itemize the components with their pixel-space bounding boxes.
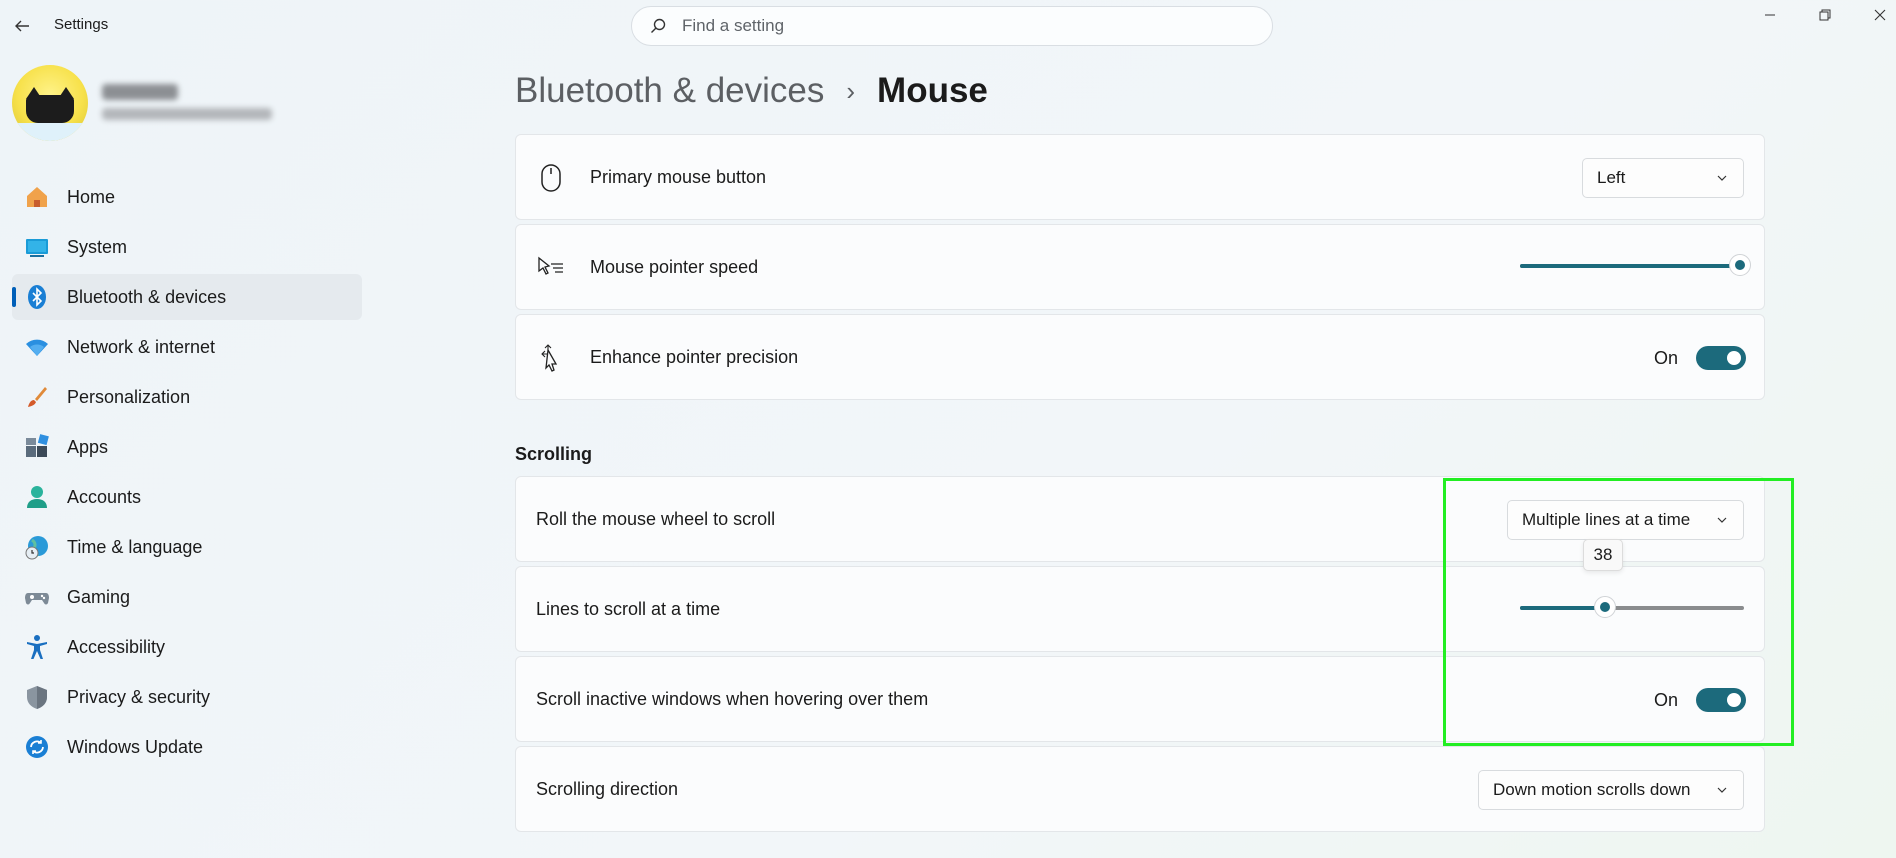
back-button[interactable] [10,14,34,38]
pointer-speed-slider[interactable] [1520,254,1751,276]
sidebar-item-network[interactable]: Network & internet [12,324,362,370]
title-bar: Settings [0,0,1896,52]
dropdown-value: Down motion scrolls down [1493,780,1691,799]
setting-label: Primary mouse button [590,167,767,187]
setting-label: Scroll inactive windows when hovering ov… [536,689,929,709]
app-title: Settings [54,16,109,33]
search-box[interactable] [631,6,1273,46]
primary-button-dropdown[interactable]: Left [1582,158,1744,198]
breadcrumb-separator: › [846,75,856,106]
dropdown-value: Left [1597,168,1626,187]
avatar[interactable] [12,65,88,141]
sidebar-item-label: Windows Update [67,736,204,757]
minimize-icon [1765,14,1775,16]
sidebar-item-system[interactable]: System [12,224,362,270]
setting-label: Roll the mouse wheel to scroll [536,509,776,529]
sidebar-item-accounts[interactable]: Accounts [12,474,362,520]
scrolling-direction-dropdown[interactable]: Down motion scrolls down [1478,770,1744,810]
wifi-icon [24,334,50,360]
user-email-blurred [102,108,272,120]
sidebar-item-label: System [67,236,128,257]
setting-scrolling-direction: Scrolling direction Down motion scrolls … [515,746,1765,832]
sidebar-item-label: Network & internet [67,336,216,357]
apps-icon [24,434,50,460]
globe-clock-icon [24,534,50,560]
setting-label: Lines to scroll at a time [536,599,721,619]
back-arrow-icon [15,20,29,32]
search-icon [648,16,668,36]
setting-scroll-inactive-windows: Scroll inactive windows when hovering ov… [515,656,1765,742]
bluetooth-icon [24,284,50,310]
toggle-state-label: On [1654,347,1679,368]
sidebar-item-label: Accounts [67,486,142,507]
setting-label: Mouse pointer speed [590,257,759,277]
scroll-inactive-toggle-group: On [1654,688,1747,712]
shield-icon [24,684,50,710]
setting-roll-mouse-wheel: Roll the mouse wheel to scroll Multiple … [515,476,1765,562]
sidebar-item-apps[interactable]: Apps [12,424,362,470]
lines-to-scroll-slider[interactable] [1520,596,1744,618]
setting-label: Enhance pointer precision [590,347,799,367]
setting-enhance-pointer-precision: Enhance pointer precision On [515,314,1765,400]
update-icon [24,734,50,760]
pointer-precision-icon [536,343,566,373]
sidebar-item-time-language[interactable]: Time & language [12,524,362,570]
breadcrumb-parent-link[interactable]: Bluetooth & devices [515,71,824,111]
close-icon [1874,9,1886,21]
sidebar-item-personalization[interactable]: Personalization [12,374,362,420]
setting-lines-to-scroll: Lines to scroll at a time [515,566,1765,652]
setting-primary-mouse-button: Primary mouse button Left [515,134,1765,220]
gamepad-icon [24,584,50,610]
sidebar-item-label: Bluetooth & devices [67,286,227,307]
page-title: Mouse [877,71,988,110]
chevron-down-icon [1715,513,1729,527]
sidebar-item-accessibility[interactable]: Accessibility [12,624,362,670]
minimize-button[interactable] [1748,2,1792,28]
sidebar-item-label: Gaming [67,586,131,607]
brush-icon [24,384,50,410]
sidebar-item-home[interactable]: Home [12,174,362,220]
scroll-inactive-toggle[interactable] [1696,688,1747,712]
section-title-scrolling: Scrolling [515,444,593,464]
mouse-icon [536,163,566,193]
sidebar-nav: Home System Bluetooth & devices Network … [12,174,362,774]
toggle-state-label: On [1654,689,1679,710]
breadcrumb: Bluetooth & devices › Mouse [515,66,988,116]
roll-wheel-dropdown[interactable]: Multiple lines at a time [1507,500,1744,540]
slider-fill [1520,606,1606,610]
user-name-blurred [102,84,178,100]
sidebar-item-privacy-security[interactable]: Privacy & security [12,674,362,720]
home-icon [24,184,50,210]
chevron-down-icon [1715,171,1729,185]
sidebar-item-label: Accessibility [67,636,166,657]
sidebar-item-label: Home [67,186,116,207]
setting-mouse-pointer-speed: Mouse pointer speed [515,224,1765,310]
enhance-precision-toggle-group: On [1654,346,1747,370]
sidebar-item-label: Apps [67,436,109,457]
system-icon [24,234,50,260]
slider-thumb[interactable] [1729,254,1751,276]
chevron-down-icon [1715,783,1729,797]
restore-button[interactable] [1803,2,1847,28]
restore-icon [1819,9,1831,21]
sidebar-item-bluetooth-devices[interactable]: Bluetooth & devices [12,274,362,320]
sidebar-item-label: Time & language [67,536,203,557]
sidebar-item-label: Personalization [67,386,191,407]
slider-fill [1520,264,1740,268]
pointer-speed-icon [536,253,566,283]
setting-label: Scrolling direction [536,779,679,799]
slider-thumb[interactable] [1594,596,1617,618]
enhance-precision-toggle[interactable] [1696,346,1747,370]
sidebar-item-windows-update[interactable]: Windows Update [12,724,362,770]
sidebar-item-gaming[interactable]: Gaming [12,574,362,620]
search-input[interactable] [682,16,1242,36]
accessibility-icon [24,634,50,660]
slider-value-tooltip: 38 [1583,539,1623,571]
person-icon [24,484,50,510]
dropdown-value: Multiple lines at a time [1522,510,1691,529]
sidebar-item-label: Privacy & security [67,686,211,707]
close-button[interactable] [1858,2,1896,28]
